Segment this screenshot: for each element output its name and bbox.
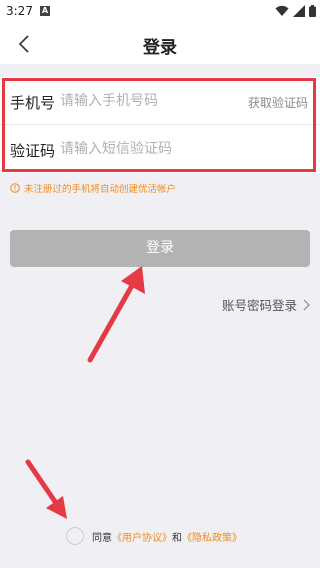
status-icons <box>275 5 316 17</box>
status-bar: 3:27 A <box>0 0 320 24</box>
status-time: 3:27 <box>6 4 33 18</box>
get-code-button[interactable]: 获取验证码 <box>248 94 308 111</box>
agree-prefix: 同意 <box>92 532 112 544</box>
signal-icon <box>293 5 305 17</box>
login-button[interactable]: 登录 <box>10 230 310 267</box>
privacy-policy-link[interactable]: 《隐私政策》 <box>182 529 242 544</box>
phone-row: 手机号 获取验证码 <box>0 77 320 125</box>
agreement: 同意 《用户协议》 和 《隐私政策》 <box>66 527 242 545</box>
user-agreement-link[interactable]: 《用户协议》 <box>112 529 172 544</box>
info-circle-icon <box>10 183 20 193</box>
annotation-arrow-agree <box>25 459 67 519</box>
code-row: 验证码 <box>0 125 320 173</box>
app-notification-icon: A <box>40 6 50 16</box>
agree-radio[interactable] <box>66 527 84 545</box>
annotation-arrow-login <box>87 266 145 363</box>
login-form: 手机号 获取验证码 验证码 <box>0 77 320 173</box>
notice-text: 未注册过的手机将自动创建优活帐户 <box>24 184 177 195</box>
header: 登录 <box>0 24 320 64</box>
battery-icon <box>309 5 316 17</box>
password-login-link[interactable]: 账号密码登录 <box>222 295 310 314</box>
code-label: 验证码 <box>10 142 56 160</box>
phone-input[interactable] <box>60 89 230 113</box>
password-login-label: 账号密码登录 <box>221 298 297 313</box>
page-title: 登录 <box>143 38 177 58</box>
phone-label: 手机号 <box>10 94 56 112</box>
agree-conjunction: 和 <box>172 532 182 544</box>
signup-notice: 未注册过的手机将自动创建优活帐户 <box>10 181 176 195</box>
code-input[interactable] <box>60 137 230 161</box>
chevron-right-icon <box>303 299 310 310</box>
wifi-icon <box>275 5 289 16</box>
